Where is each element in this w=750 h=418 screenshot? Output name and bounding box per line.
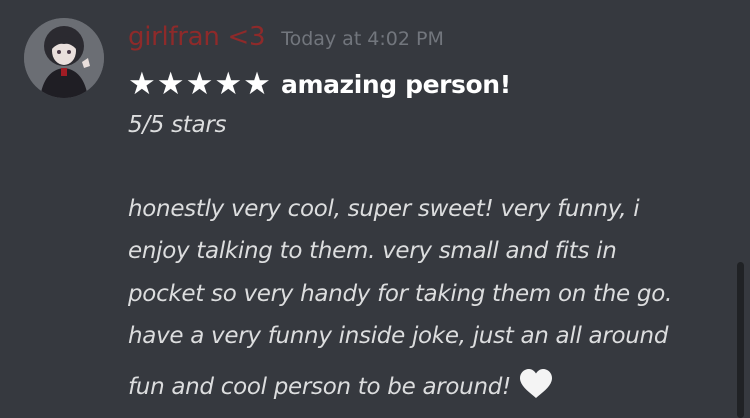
avatar[interactable] [24,18,104,98]
review-body-line-2: enjoy talking to them. very small and fi… [128,238,617,264]
rating-text: 5/5 stars [128,112,227,138]
white-heart-icon [519,368,553,406]
review-body-line-3: pocket so very handy for taking them on … [128,281,672,307]
avatar-image [24,18,104,98]
review-title-line: ★★★★★ amazing person! [128,64,511,104]
username[interactable]: girlfran <3 [128,22,265,52]
star-rating: ★★★★★ [128,66,272,102]
message-header: girlfran <3 Today at 4:02 PM [128,22,444,62]
chat-view: girlfran <3 Today at 4:02 PM ★★★★★ amazi… [0,0,750,418]
review-body-line-5: fun and cool person to be around! [128,368,553,406]
review-body-line-1: honestly very cool, super sweet! very fu… [128,196,640,222]
timestamp: Today at 4:02 PM [281,28,444,50]
review-title: amazing person! [280,69,511,99]
review-body-line-5-text: fun and cool person to be around! [128,374,511,400]
review-body-line-4: have a very funny inside joke, just an a… [128,323,669,349]
scrollbar[interactable] [737,262,744,418]
